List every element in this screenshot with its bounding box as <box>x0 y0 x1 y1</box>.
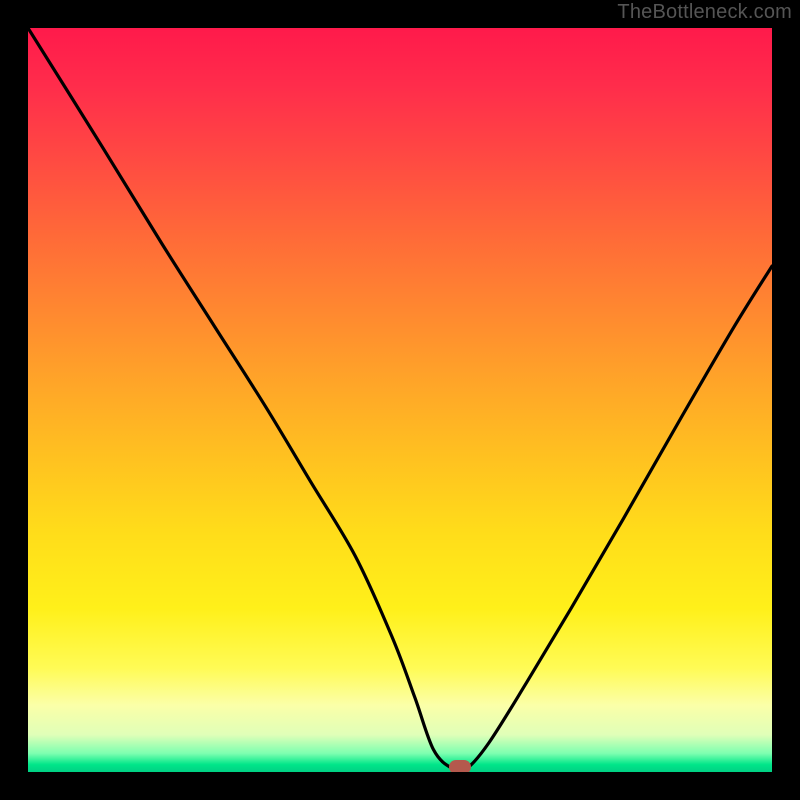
optimal-point-marker <box>449 760 471 772</box>
bottleneck-curve <box>28 28 772 772</box>
plot-area <box>28 28 772 772</box>
watermark-text: TheBottleneck.com <box>617 1 792 24</box>
chart-frame: TheBottleneck.com <box>0 0 800 800</box>
